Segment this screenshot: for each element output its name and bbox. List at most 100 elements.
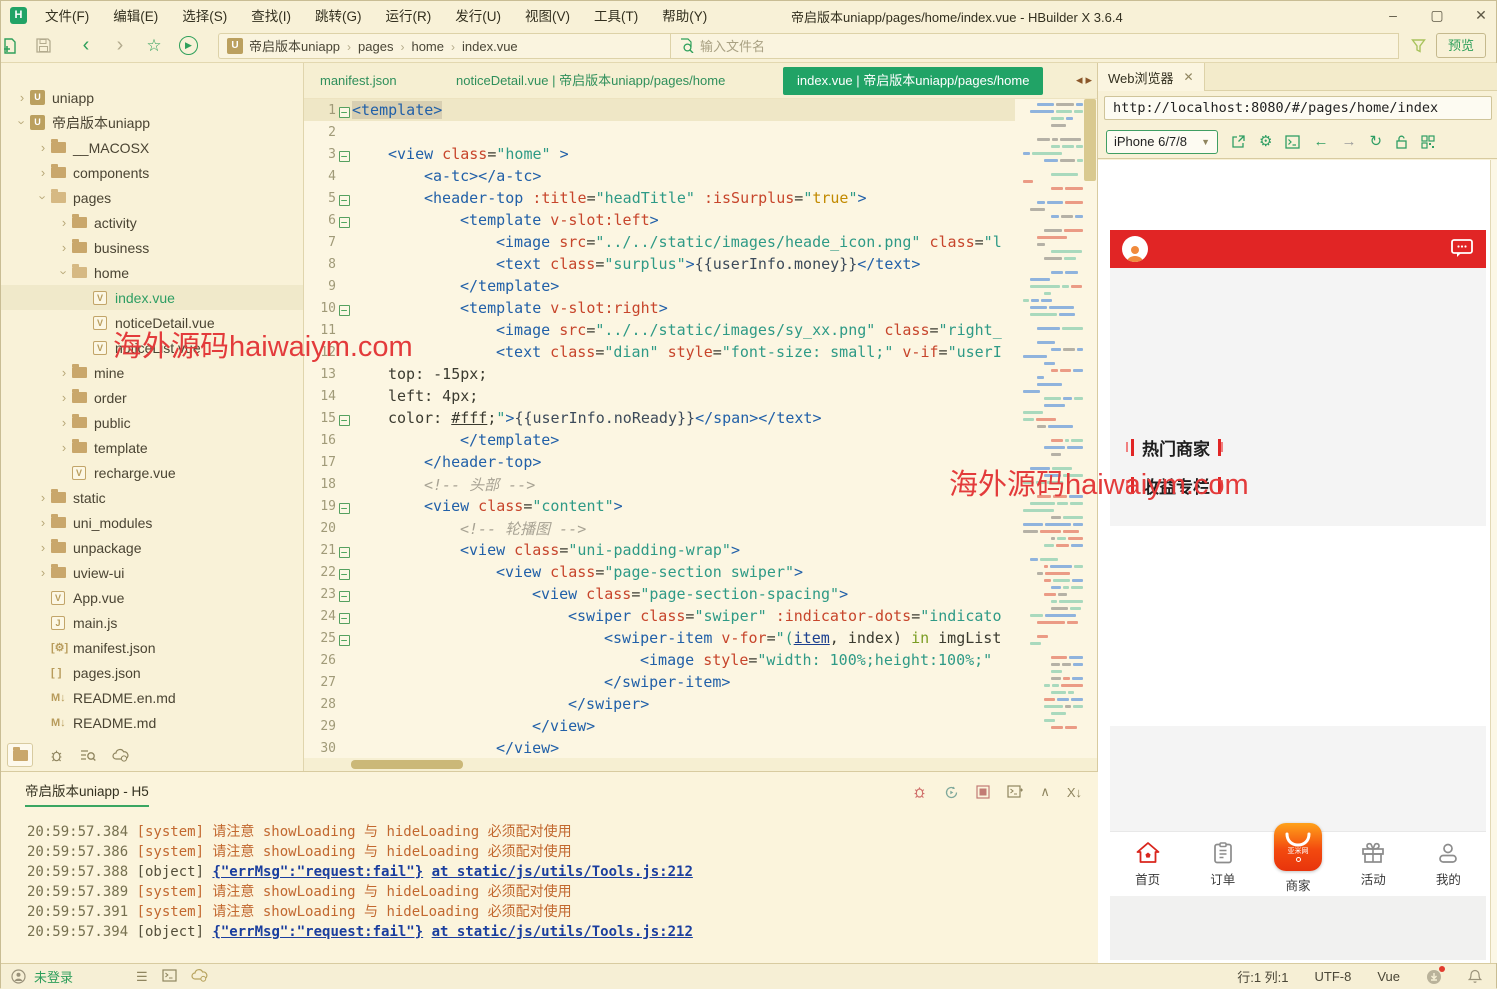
chevron-right-icon[interactable]: › [35,490,51,505]
tree-item-static[interactable]: ›static [1,485,303,510]
chevron-right-icon[interactable]: › [35,540,51,555]
chevron-right-icon[interactable]: › [56,365,72,380]
bookmark-star-button[interactable]: ☆ [137,36,171,56]
chevron-right-icon[interactable]: › [14,90,30,105]
tab-scroll-arrows[interactable]: ◂▸ [1076,72,1095,88]
chevron-right-icon[interactable]: › [56,240,72,255]
fold-marker[interactable]: − [336,299,352,318]
back-button[interactable]: ‹ [69,34,103,57]
fold-marker[interactable]: − [336,497,352,516]
settings-gear-icon[interactable]: ⚙ [1259,134,1272,149]
tree-item-activity[interactable]: ›activity [1,210,303,235]
console-source-link[interactable]: at static/js/utils/Tools.js:212 [432,924,693,940]
menu-item[interactable]: 视图(V) [515,2,580,28]
chevron-right-icon[interactable]: › [35,140,51,155]
console-terminal-icon[interactable] [1285,135,1300,149]
cursor-position[interactable]: 行:1 列:1 [1237,967,1288,986]
code-editor[interactable]: ◂▸ manifest.json noticeDetail.vue | 帝启版本u… [304,63,1098,771]
chevron-right-icon[interactable]: › [56,415,72,430]
tree-item-public[interactable]: ›public [1,410,303,435]
debug-tab-button[interactable] [49,748,64,763]
console-error-link[interactable]: {"errMsg":"request:fail"} [212,924,423,940]
menu-item[interactable]: 工具(T) [584,2,648,28]
collapse-panel-icon[interactable]: ∧ [1040,784,1050,800]
fold-marker[interactable]: − [336,101,352,120]
bell-icon[interactable] [1468,969,1482,984]
cloud-sync-icon[interactable] [191,969,208,985]
code-area[interactable]: 1−<template>23−<view class="home" >4<a-t… [304,99,1015,758]
chevron-right-icon[interactable]: › [35,565,51,580]
tree-item-components[interactable]: ›components [1,160,303,185]
breadcrumb-segment[interactable]: home [411,39,444,54]
fold-marker[interactable]: − [336,189,352,208]
login-status[interactable]: 未登录 [34,967,73,986]
lock-icon[interactable] [1395,135,1408,149]
tree-item-index.vue[interactable]: Vindex.vue [1,285,303,310]
console-source-link[interactable]: at static/js/utils/Tools.js:212 [432,864,693,880]
file-search-box[interactable]: 输入文件名 [670,33,1399,59]
console-tab[interactable]: 帝启版本uniapp - H5 [25,780,149,807]
explorer-tab-button[interactable] [7,743,33,767]
debug-bug-icon[interactable] [912,785,927,800]
run-button[interactable]: ▶ [179,36,198,55]
horizontal-scrollbar[interactable] [304,758,1097,771]
outline-list-icon[interactable]: ☰ [136,969,148,985]
chevron-right-icon[interactable]: › [35,165,51,180]
chevron-right-icon[interactable]: › [56,390,72,405]
fold-marker[interactable]: − [336,629,352,648]
fold-marker[interactable]: − [336,607,352,626]
qrcode-icon[interactable] [1421,135,1435,149]
tree-item-pages.json[interactable]: [ ]pages.json [1,660,303,685]
tree-item-home[interactable]: ›home [1,260,303,285]
menu-item[interactable]: 跳转(G) [305,2,372,28]
tree-item-__MACOSX[interactable]: ›__MACOSX [1,135,303,160]
tree-item-____uniapp[interactable]: ›U帝启版本uniapp [1,110,303,135]
chevron-down-icon[interactable]: › [57,265,72,281]
menu-item[interactable]: 选择(S) [172,2,237,28]
refresh-icon[interactable]: ↻ [1369,134,1382,149]
browser-forward-icon[interactable]: → [1341,134,1356,149]
fold-marker[interactable]: − [336,541,352,560]
tree-item-business[interactable]: ›business [1,235,303,260]
chevron-down-icon[interactable]: › [15,115,30,131]
browser-tab[interactable]: Web浏览器 ✕ [1098,63,1205,91]
menu-item[interactable]: 文件(F) [35,2,99,28]
encoding[interactable]: UTF-8 [1315,969,1352,984]
restart-icon[interactable] [944,785,959,800]
url-input[interactable]: http://localhost:8080/#/pages/home/index [1104,96,1492,120]
fold-marker[interactable]: − [336,563,352,582]
editor-tab[interactable]: manifest.json [320,63,397,99]
tree-item-main.js[interactable]: Jmain.js [1,610,303,635]
fold-marker[interactable]: − [336,145,352,164]
breadcrumb-segment[interactable]: pages [358,39,393,54]
tree-item-README.md[interactable]: M↓README.md [1,710,303,735]
minimap-slider[interactable] [1084,99,1096,181]
tree-item-README.en.md[interactable]: M↓README.en.md [1,685,303,710]
tabbar-item-活动[interactable]: 活动 [1336,832,1411,896]
update-download-icon[interactable] [1426,969,1442,985]
fold-marker[interactable]: − [336,585,352,604]
tree-item-uni_modules[interactable]: ›uni_modules [1,510,303,535]
tree-item-unpackage[interactable]: ›unpackage [1,535,303,560]
tree-item-manifest.json[interactable]: [⚙]manifest.json [1,635,303,660]
tabbar-item-订单[interactable]: 订单 [1185,832,1260,896]
message-icon[interactable] [1450,238,1474,260]
language-mode[interactable]: Vue [1377,969,1400,984]
new-file-button[interactable] [1,37,35,55]
filter-funnel-icon[interactable] [1411,38,1426,53]
horizontal-scrollbar-thumb[interactable] [351,760,463,769]
tree-item-uview-ui[interactable]: ›uview-ui [1,560,303,585]
avatar-icon[interactable] [1122,236,1148,262]
editor-tab[interactable]: noticeDetail.vue | 帝启版本uniapp/pages/home [456,63,725,99]
menu-item[interactable]: 发行(U) [445,2,511,28]
minimize-button[interactable]: – [1384,7,1402,23]
tabbar-item-首页[interactable]: 首页 [1110,832,1185,896]
close-button[interactable]: ✕ [1472,7,1490,24]
viewport-scrollbar[interactable] [1490,160,1497,963]
tree-item-uniapp[interactable]: ›Uuniapp [1,85,303,110]
menu-item[interactable]: 运行(R) [376,2,442,28]
breadcrumb-segment[interactable]: 帝启版本uniapp [249,39,340,54]
breadcrumb-segment[interactable]: index.vue [462,39,518,54]
tree-item-recharge.vue[interactable]: Vrecharge.vue [1,460,303,485]
fold-marker[interactable]: − [336,211,352,230]
